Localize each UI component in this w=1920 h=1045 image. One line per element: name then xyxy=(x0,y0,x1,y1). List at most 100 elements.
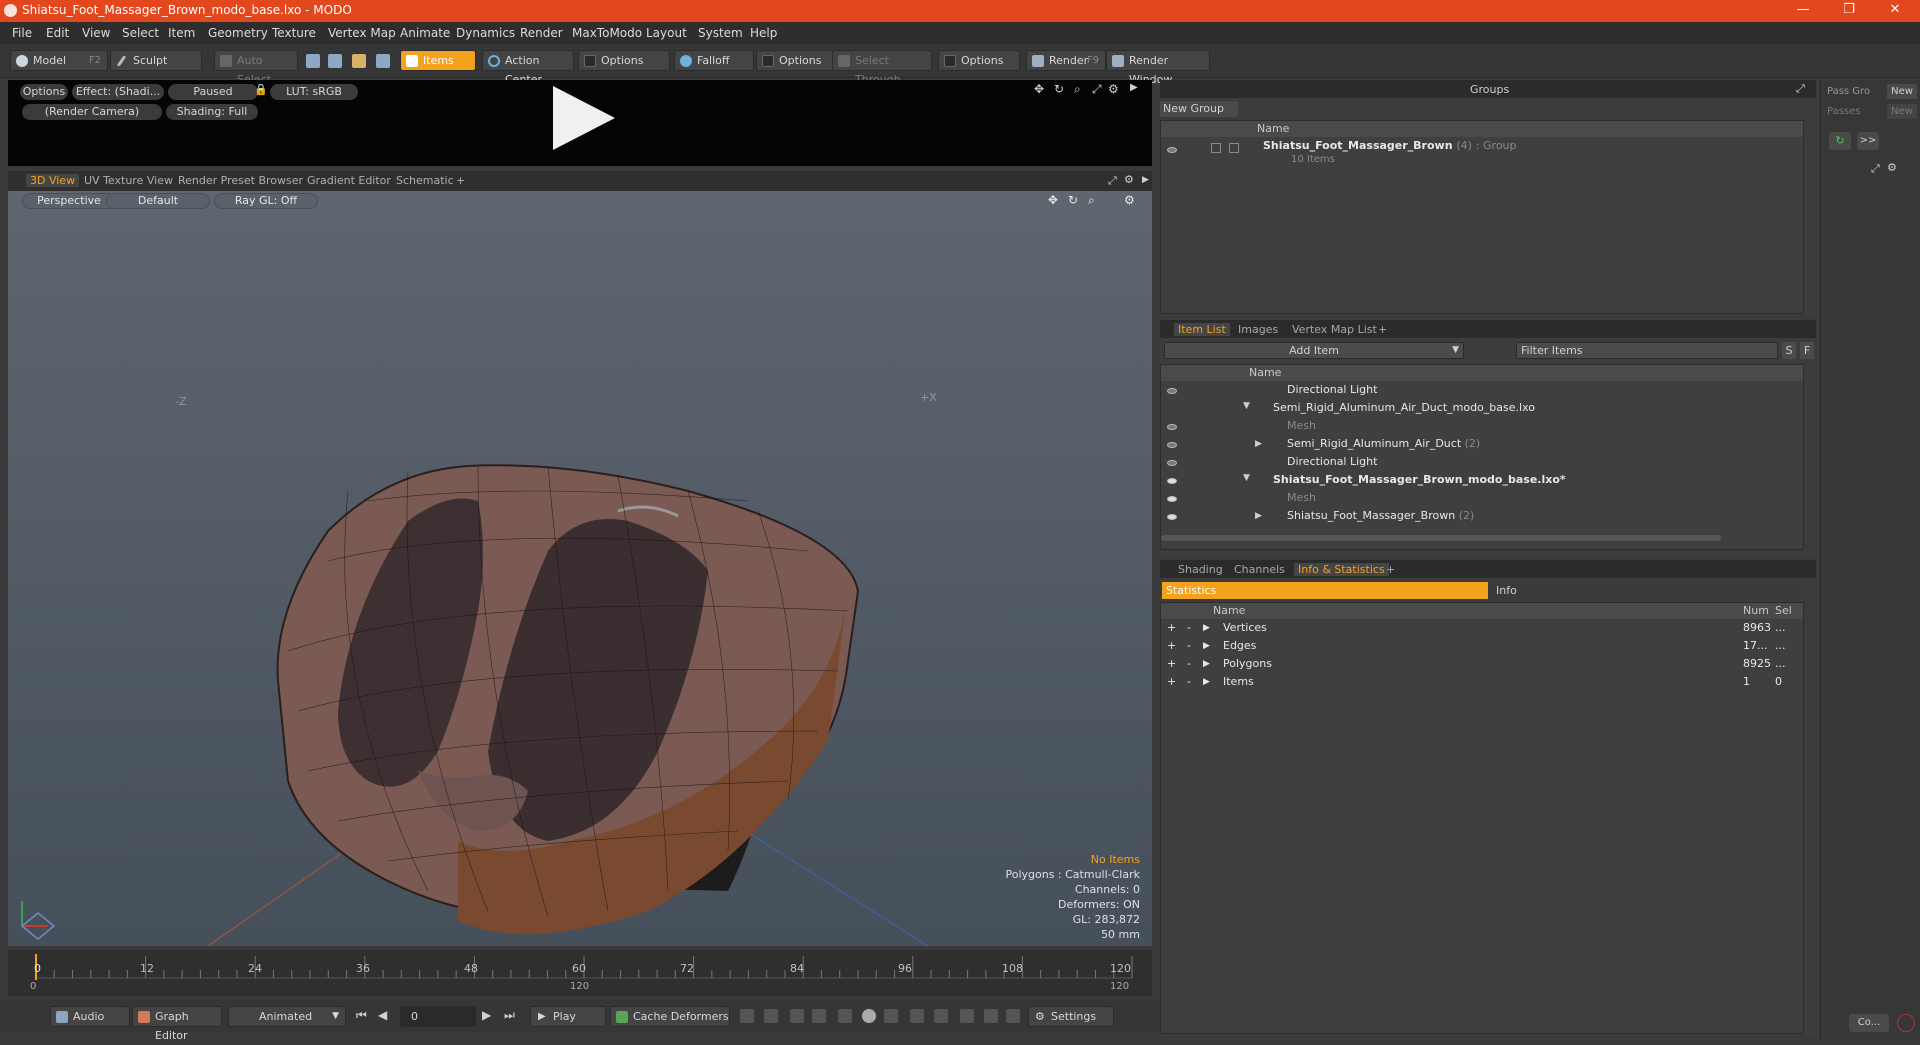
tab-shading[interactable]: Shading xyxy=(1178,563,1223,576)
range-start-icon[interactable] xyxy=(910,1009,924,1023)
timeline[interactable]: 0 12 24 36 48 60 72 84 96 108 120 0 120 … xyxy=(8,950,1152,996)
loop-icon[interactable] xyxy=(960,1009,974,1023)
render-button[interactable]: Render F9 xyxy=(1026,50,1106,71)
statistics-tab[interactable]: Statistics xyxy=(1162,582,1488,599)
snap-icon[interactable] xyxy=(1006,1009,1020,1023)
key-all-icon[interactable] xyxy=(764,1009,778,1023)
preview-paused-button[interactable]: Paused xyxy=(168,84,258,100)
action-center-button[interactable]: Action Center xyxy=(482,50,574,86)
menu-file[interactable]: File xyxy=(12,26,32,40)
audio-button[interactable]: Audio xyxy=(50,1006,130,1027)
items-mode-button[interactable]: Items xyxy=(400,50,476,71)
checkbox-icon[interactable] xyxy=(1229,143,1239,153)
expand-arrow-icon[interactable]: ▶ xyxy=(1255,439,1262,449)
minimize-button[interactable]: — xyxy=(1788,2,1818,20)
stats-row-items[interactable]: + - ▶ Items 1 0 xyxy=(1161,673,1803,691)
expand-arrow-icon[interactable]: ▶ xyxy=(1203,619,1210,637)
preview-effect-dropdown[interactable]: Effect: (Shadi... xyxy=(72,84,164,100)
expand-arrow-icon[interactable]: ▶ xyxy=(1203,655,1210,673)
menu-dynamics[interactable]: Dynamics xyxy=(456,26,515,40)
visibility-eye-icon[interactable] xyxy=(1167,514,1177,520)
keyframe-icon[interactable] xyxy=(884,1009,898,1023)
preview-camera-dropdown[interactable]: (Render Camera) xyxy=(22,104,162,120)
preview-lut-dropdown[interactable]: LUT: sRGB xyxy=(270,84,358,100)
collapse-arrow-icon[interactable]: ▼ xyxy=(1243,473,1250,483)
graph-editor-button[interactable]: Graph Editor xyxy=(132,1006,222,1042)
item-row-massager[interactable]: Shiatsu_Foot_Massager_Brown (2) xyxy=(1287,507,1474,525)
model-mode-button[interactable]: Model F2 xyxy=(10,50,108,71)
auto-select-button[interactable]: Auto Select xyxy=(214,50,298,86)
menu-geometry[interactable]: Geometry xyxy=(208,26,268,40)
frame-input[interactable]: 0 xyxy=(400,1006,476,1027)
play-button[interactable]: ▶ Play xyxy=(530,1006,606,1027)
render-window-button[interactable]: Render Window xyxy=(1106,50,1210,86)
new-pass-button[interactable]: New xyxy=(1887,104,1917,119)
falloff-options-button[interactable]: Options xyxy=(756,50,834,71)
menu-system[interactable]: System xyxy=(698,26,743,40)
stats-row-vertices[interactable]: + - ▶ Vertices 8963 ... xyxy=(1161,619,1803,637)
expand-icon[interactable]: ⤢ xyxy=(1796,82,1805,96)
new-group-button[interactable]: New Group xyxy=(1160,101,1238,117)
animated-dropdown[interactable]: Animated ▼ xyxy=(228,1006,346,1027)
range-end-icon[interactable] xyxy=(934,1009,948,1023)
cache-deformers-button[interactable]: Cache Deformers xyxy=(610,1006,730,1027)
sculpt-mode-button[interactable]: Sculpt xyxy=(110,50,202,71)
expand-arrow-icon[interactable]: ▶ xyxy=(1203,673,1210,691)
visibility-eye-icon[interactable] xyxy=(1167,460,1177,466)
tab-uv-texture-view[interactable]: UV Texture View xyxy=(84,174,173,187)
lock-icon[interactable]: 🔒 xyxy=(254,83,268,96)
remove-icon[interactable]: - xyxy=(1187,655,1191,673)
expand-arrow-icon[interactable]: ▶ xyxy=(1255,511,1262,521)
refresh-icon[interactable]: ↻ xyxy=(1829,132,1851,150)
menu-select[interactable]: Select xyxy=(122,26,159,40)
arrow-right-icon[interactable]: ▶ xyxy=(1130,82,1138,93)
item-row-directional-light[interactable]: Directional Light xyxy=(1287,381,1377,399)
tab-channels[interactable]: Channels xyxy=(1234,563,1285,576)
menu-maxtomodo[interactable]: MaxToModo xyxy=(572,26,642,40)
expand-icon[interactable]: ⤢ xyxy=(1092,82,1102,97)
visibility-eye-icon[interactable] xyxy=(1167,442,1177,448)
item-row-directional-light-2[interactable]: Directional Light xyxy=(1287,453,1377,471)
visibility-eye-icon[interactable] xyxy=(1167,424,1177,430)
add-icon[interactable]: + xyxy=(1167,673,1176,691)
settings-button[interactable]: ⚙ Settings xyxy=(1028,1006,1114,1027)
expand-icon[interactable]: ⤢ xyxy=(1108,174,1117,188)
menu-edit[interactable]: Edit xyxy=(46,26,69,40)
info-tab[interactable]: Info xyxy=(1488,582,1800,599)
next-key-icon[interactable] xyxy=(812,1009,826,1023)
tab-item-list[interactable]: Item List xyxy=(1174,323,1230,336)
stop-icon[interactable] xyxy=(1897,1014,1915,1032)
play-icon[interactable] xyxy=(553,86,615,150)
menu-layout[interactable]: Layout xyxy=(646,26,687,40)
move-icon[interactable]: ✥ xyxy=(1034,82,1044,96)
menu-animate[interactable]: Animate xyxy=(400,26,450,40)
filter-f-button[interactable]: F xyxy=(1800,342,1814,359)
close-button[interactable]: ✕ xyxy=(1880,2,1910,20)
materials-mode-icon[interactable] xyxy=(376,54,390,68)
tab-images[interactable]: Images xyxy=(1238,323,1278,336)
item-row-massager-scene[interactable]: Shiatsu_Foot_Massager_Brown_modo_base.lx… xyxy=(1273,471,1566,489)
menu-help[interactable]: Help xyxy=(750,26,777,40)
item-row-mesh[interactable]: Mesh xyxy=(1287,417,1316,435)
tab-vertex-map-list[interactable]: Vertex Map List xyxy=(1292,323,1377,336)
add-item-dropdown[interactable]: Add Item ▼ xyxy=(1164,342,1464,359)
preview-shading-dropdown[interactable]: Shading: Full xyxy=(166,104,258,120)
visibility-eye-icon[interactable] xyxy=(1167,478,1177,484)
expand-arrow-icon[interactable]: ▶ xyxy=(1203,637,1210,655)
add-tab-button[interactable]: + xyxy=(1378,323,1387,336)
tab-info-statistics[interactable]: Info & Statistics xyxy=(1294,563,1389,576)
select-through-button[interactable]: Select Through xyxy=(832,50,932,86)
tab-gradient-editor[interactable]: Gradient Editor xyxy=(307,174,391,187)
collapse-arrow-icon[interactable]: ▼ xyxy=(1243,401,1250,411)
horizontal-scrollbar[interactable] xyxy=(1161,535,1721,541)
add-icon[interactable]: + xyxy=(1167,655,1176,673)
sync-icon[interactable] xyxy=(984,1009,998,1023)
collapse-button[interactable]: Co... xyxy=(1849,1014,1889,1032)
menu-texture[interactable]: Texture xyxy=(272,26,316,40)
menu-render[interactable]: Render xyxy=(520,26,563,40)
expand-icon[interactable]: ⤢ xyxy=(1871,162,1880,176)
remove-icon[interactable]: - xyxy=(1187,673,1191,691)
new-pass-group-button[interactable]: New xyxy=(1887,84,1917,99)
stats-row-edges[interactable]: + - ▶ Edges 17... ... xyxy=(1161,637,1803,655)
record-icon[interactable] xyxy=(862,1009,876,1023)
